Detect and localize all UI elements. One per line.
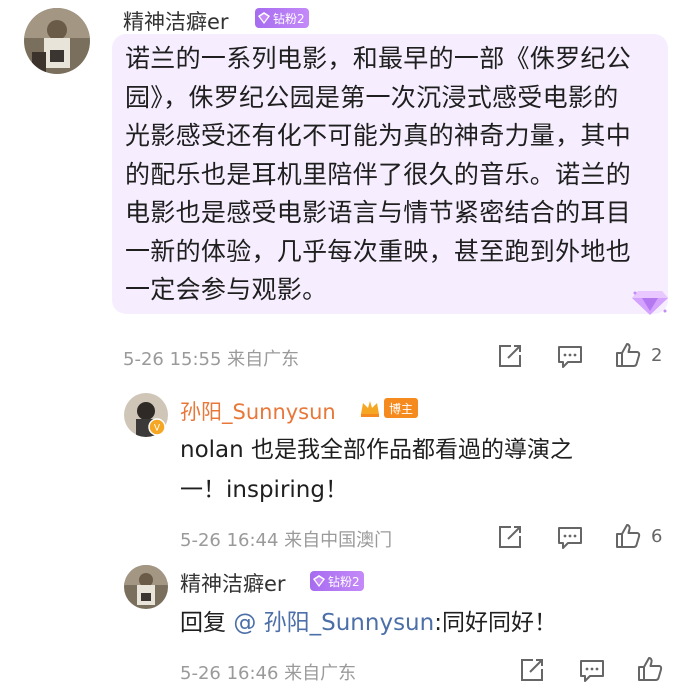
- comment-meta: 5-26 15:55 来自广东: [123, 349, 300, 370]
- avatar[interactable]: [24, 8, 90, 74]
- fan-badge-label: 钻粉2: [273, 11, 305, 26]
- share-icon: [521, 659, 543, 681]
- fan-badge: 钻粉2: [255, 8, 309, 28]
- share-icon: [499, 345, 521, 367]
- mention-link[interactable]: @ 孙阳_Sunnysun: [233, 610, 434, 636]
- like-button[interactable]: [636, 655, 664, 683]
- reply-prefix: 回复: [180, 610, 226, 636]
- like-icon: [616, 343, 641, 367]
- content-line: 诺兰的一系列电影，和最早的一部《侏罗纪公: [125, 44, 632, 73]
- content-line: 一！inspiring！: [180, 477, 348, 503]
- comment-button[interactable]: [556, 523, 584, 551]
- fan-badge: 钻粉2: [310, 571, 364, 591]
- comment-content: nolan 也是我全部作品都看過的導演之 一！inspiring！: [180, 430, 573, 510]
- content-line: 一定会参与观影。: [125, 275, 328, 304]
- share-icon: [499, 526, 521, 548]
- username[interactable]: 精神洁癖er: [123, 6, 229, 36]
- fan-badge-label: 钻粉2: [328, 574, 360, 589]
- comment-meta: 5-26 16:46 来自广东: [180, 663, 357, 684]
- content-line: 光影感受还有化不可能为真的神奇力量，其中: [125, 121, 632, 150]
- like-icon: [638, 657, 663, 681]
- avatar[interactable]: [124, 565, 168, 609]
- host-badge: 博主: [384, 398, 419, 418]
- like-button[interactable]: [614, 522, 642, 550]
- share-button[interactable]: [496, 523, 524, 551]
- host-crown-icon: [361, 401, 379, 417]
- content-line: 的配乐也是耳机里陪伴了很久的音乐。诺兰的: [125, 159, 632, 189]
- username[interactable]: 精神洁癖er: [180, 568, 286, 598]
- content-line: 电影也是感受电影语言与情节紧密结合的耳目: [125, 198, 632, 227]
- diamond-fan-icon: [258, 12, 270, 24]
- content-line: 一新的体验，几乎每次重映，甚至跑到外地也: [125, 236, 632, 266]
- diamond-fan-icon: [313, 575, 325, 587]
- content-line: nolan 也是我全部作品都看過的導演之: [180, 437, 574, 463]
- share-button[interactable]: [496, 342, 524, 370]
- like-button[interactable]: [614, 341, 642, 369]
- comment-content: 诺兰的一系列电影，和最早的一部《侏罗纪公 园》，侏罗纪公园是第一次沉浸式感受电影…: [125, 40, 655, 310]
- comment-button[interactable]: [556, 342, 584, 370]
- like-count: 6: [651, 526, 663, 547]
- reply-text: :同好同好！: [434, 610, 557, 636]
- comment-icon: [558, 346, 582, 368]
- comment-icon: [580, 660, 604, 682]
- like-count: 2: [651, 345, 663, 366]
- like-icon: [616, 524, 641, 548]
- reply-content: 回复 @ 孙阳_Sunnysun:同好同好！: [180, 603, 557, 643]
- svg-text:V: V: [154, 424, 161, 434]
- comment-icon: [558, 527, 582, 549]
- author-username[interactable]: 孙阳_Sunnysun: [180, 396, 336, 426]
- share-button[interactable]: [518, 656, 546, 684]
- comment-button[interactable]: [578, 656, 606, 684]
- diamond-gem-icon: [632, 291, 668, 315]
- host-crown-icon: V: [148, 418, 166, 436]
- comment-meta: 5-26 16:44 来自中国澳门: [180, 530, 393, 551]
- content-line: 园》，侏罗纪公园是第一次沉浸式感受电影的: [125, 82, 619, 112]
